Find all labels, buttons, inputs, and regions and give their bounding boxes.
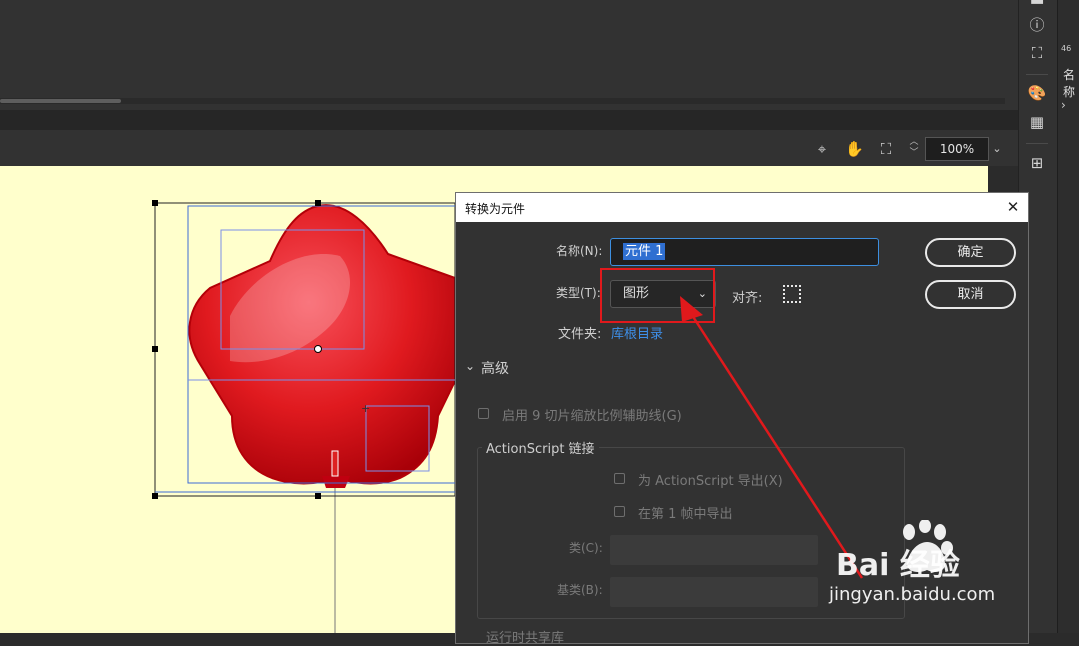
export-frame1-checkbox[interactable]: [614, 506, 625, 517]
info-icon[interactable]: ⓘ: [1026, 14, 1048, 36]
zoom-stepper[interactable]: ︿ ﹀: [906, 137, 922, 161]
export-actionscript-checkbox[interactable]: [614, 473, 625, 484]
type-label: 类型(T):: [556, 286, 601, 300]
folder-label: 文件夹:: [558, 327, 602, 342]
registration-grid-icon[interactable]: [783, 285, 801, 303]
clip-content-icon[interactable]: ⛶: [877, 140, 895, 158]
folder-link[interactable]: 库根目录: [611, 323, 663, 342]
horizontal-scrollbar[interactable]: [0, 98, 1005, 104]
symbol-name-value: 元件 1: [623, 243, 666, 260]
ok-button[interactable]: 确定: [925, 238, 1016, 267]
export-frame1-label: 在第 1 帧中导出: [638, 507, 733, 522]
advanced-toggle[interactable]: 高级: [481, 358, 509, 378]
cancel-button[interactable]: 取消: [925, 280, 1016, 309]
base-class-input[interactable]: [610, 577, 818, 607]
horizontal-scrollbar-thumb[interactable]: [0, 99, 121, 103]
dialog-titlebar: 转换为元件 ✕: [456, 193, 1028, 222]
nine-slice-checkbox[interactable]: [478, 408, 489, 419]
toolbar-divider: [1026, 74, 1048, 75]
stage-toolbar: [0, 130, 1018, 166]
panel-icon[interactable]: ▀: [1026, 0, 1048, 12]
base-class-label: 基类(B):: [557, 583, 603, 597]
chevron-down-icon[interactable]: ⌄: [465, 359, 475, 373]
dialog-title: 转换为元件: [465, 202, 526, 216]
annotation-highlight-box: [600, 268, 715, 323]
watermark-brand: Bai 经验: [836, 548, 960, 583]
hand-tool-icon[interactable]: ✋: [845, 140, 864, 158]
panel-number: 46: [1061, 44, 1072, 53]
zoom-input[interactable]: 100%: [925, 137, 989, 161]
runtime-sharing-label: 运行时共享库: [486, 631, 565, 646]
class-label: 类(C):: [569, 541, 603, 555]
symbol-name-input[interactable]: 元件 1: [610, 238, 879, 266]
swatches-icon[interactable]: ▦: [1026, 111, 1048, 133]
actionscript-group-label: ActionScript 链接: [482, 438, 599, 457]
toolbar-divider: [1026, 143, 1048, 144]
center-stage-icon[interactable]: ⌖: [813, 140, 831, 158]
export-actionscript-label: 为 ActionScript 导出(X): [638, 474, 783, 489]
nine-slice-label: 启用 9 切片缩放比例辅助线(G): [502, 409, 682, 424]
library-icon[interactable]: ⊞: [1026, 152, 1048, 174]
panel-divider: [0, 110, 1018, 130]
align-label: 对齐:: [732, 291, 763, 306]
close-icon[interactable]: ✕: [1004, 197, 1022, 217]
timeline-panel: [0, 0, 1018, 110]
watermark-url: jingyan.baidu.com: [829, 584, 996, 605]
color-palette-icon[interactable]: 🎨: [1026, 82, 1048, 104]
panel-label: 名称: [1063, 68, 1076, 99]
chevron-down-icon[interactable]: ⌄: [989, 137, 1005, 161]
chevron-right-icon[interactable]: ›: [1061, 98, 1066, 112]
name-label: 名称(N):: [556, 244, 603, 258]
transform-icon[interactable]: ⛶: [1026, 42, 1048, 64]
svg-text:+: +: [361, 402, 370, 415]
class-input[interactable]: [610, 535, 818, 565]
